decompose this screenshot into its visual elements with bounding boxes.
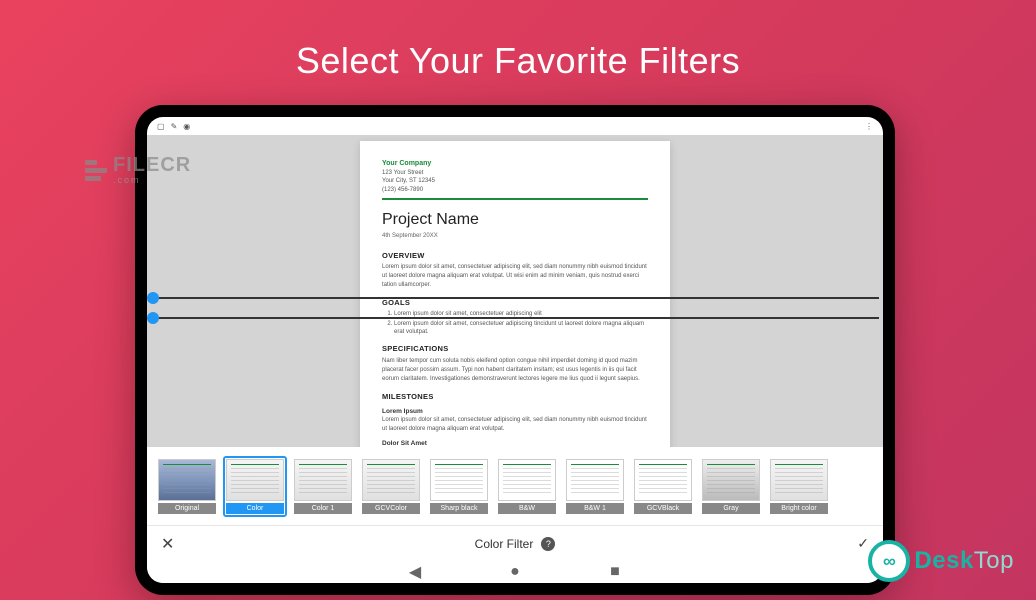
section-overview-title: OVERVIEW — [382, 251, 648, 261]
nav-home-icon[interactable]: ● — [510, 567, 520, 577]
filecr-logo-icon — [85, 160, 107, 181]
filter-thumbnail — [566, 459, 624, 501]
watermark-filecr-sub: .com — [113, 175, 191, 185]
filter-option-bright-color[interactable]: Bright color — [767, 456, 831, 517]
filter-thumbnail — [634, 459, 692, 501]
divider — [382, 198, 648, 200]
section-goals-title: GOALS — [382, 298, 648, 308]
milestone-sub2: Dolor Sit Amet — [382, 440, 648, 447]
filter-label: Gray — [702, 503, 760, 514]
milestone-body1: Lorem ipsum dolor sit amet, consectetuer… — [382, 416, 648, 434]
company-block: Your Company 123 Your Street Your City, … — [382, 159, 648, 194]
filter-option-color[interactable]: Color — [223, 456, 287, 517]
tablet-screen: ▢ ✎ ◉ ⋮ Your Company 123 Your Street You… — [147, 117, 883, 583]
project-date: 4th September 20XX — [382, 233, 648, 241]
watermark-desktop-text: DeskTop — [914, 547, 1014, 575]
filter-label: GCVBlack — [634, 503, 692, 514]
filter-label: Bright color — [770, 503, 828, 514]
cancel-button[interactable]: ✕ — [161, 534, 179, 554]
filter-label: Color — [226, 503, 284, 514]
milestone-sub1: Lorem Ipsum — [382, 408, 648, 416]
filter-label: Original — [158, 503, 216, 514]
help-button[interactable]: ? — [541, 537, 555, 551]
brightness-slider[interactable] — [151, 297, 879, 299]
filter-label: Color 1 — [294, 503, 352, 514]
filter-option-gcvcolor[interactable]: GCVColor — [359, 456, 423, 517]
filter-thumbnail — [226, 459, 284, 501]
company-name: Your Company — [382, 159, 648, 169]
filter-thumbnail — [430, 459, 488, 501]
section-specs-body: Nam liber tempor cum soluta nobis eleife… — [382, 357, 648, 384]
company-addr1: 123 Your Street — [382, 169, 648, 177]
bottom-bar: ✕ Color Filter ? ✓ — [147, 525, 883, 561]
document-preview-area[interactable]: Your Company 123 Your Street Your City, … — [147, 135, 883, 447]
slider-thumb[interactable] — [147, 292, 159, 304]
section-milestones-title: MILESTONES — [382, 392, 648, 402]
filter-option-original[interactable]: Original — [155, 456, 219, 517]
filter-thumbnail — [498, 459, 556, 501]
section-overview-body: Lorem ipsum dolor sit amet, consectetuer… — [382, 263, 648, 290]
desktop-logo-icon: ∞ — [868, 540, 910, 582]
goal-item: Lorem ipsum dolor sit amet, consectetuer… — [394, 321, 648, 337]
wifi-icon: ⋮ — [865, 122, 873, 131]
filter-strip[interactable]: Original Color Color 1 GCVColor Sharp black B… — [147, 447, 883, 525]
camera-icon: ▢ — [157, 122, 165, 131]
company-addr2: Your City, ST 12345 — [382, 177, 648, 185]
document-page: Your Company 123 Your Street Your City, … — [360, 141, 670, 447]
filter-option-gray[interactable]: Gray — [699, 456, 763, 517]
confirm-button[interactable]: ✓ — [851, 535, 869, 552]
filter-label: Sharp black — [430, 503, 488, 514]
tablet-frame: ▢ ✎ ◉ ⋮ Your Company 123 Your Street You… — [135, 105, 895, 595]
filter-option-b-w-1[interactable]: B&W 1 — [563, 456, 627, 517]
watermark-filecr-text: FILECR — [113, 155, 191, 175]
slider-thumb[interactable] — [147, 312, 159, 324]
filter-option-color-1[interactable]: Color 1 — [291, 456, 355, 517]
nav-back-icon[interactable]: ◀ — [410, 567, 420, 577]
filter-label: B&W — [498, 503, 556, 514]
contrast-slider[interactable] — [151, 317, 879, 319]
filter-thumbnail — [770, 459, 828, 501]
nav-recent-icon[interactable]: ■ — [610, 567, 620, 577]
project-name: Project Name — [382, 210, 648, 231]
edit-icon: ✎ — [171, 122, 178, 131]
filter-option-b-w[interactable]: B&W — [495, 456, 559, 517]
android-nav-bar: ◀ ● ■ — [147, 561, 883, 583]
filter-label: GCVColor — [362, 503, 420, 514]
watermark-filecr: FILECR .com — [85, 155, 191, 185]
android-status-bar: ▢ ✎ ◉ ⋮ — [147, 117, 883, 135]
filter-thumbnail — [294, 459, 352, 501]
bottom-bar-title: Color Filter — [475, 537, 534, 551]
record-icon: ◉ — [183, 122, 190, 131]
filter-label: B&W 1 — [566, 503, 624, 514]
filter-option-gcvblack[interactable]: GCVBlack — [631, 456, 695, 517]
filter-thumbnail — [158, 459, 216, 501]
section-specs-title: SPECIFICATIONS — [382, 344, 648, 354]
filter-option-sharp-black[interactable]: Sharp black — [427, 456, 491, 517]
company-phone: (123) 456-7890 — [382, 186, 648, 194]
watermark-desktop: ∞ DeskTop — [868, 540, 1014, 582]
goals-list: Lorem ipsum dolor sit amet, consectetuer… — [382, 311, 648, 336]
filter-thumbnail — [702, 459, 760, 501]
hero-title: Select Your Favorite Filters — [296, 40, 740, 82]
filter-thumbnail — [362, 459, 420, 501]
